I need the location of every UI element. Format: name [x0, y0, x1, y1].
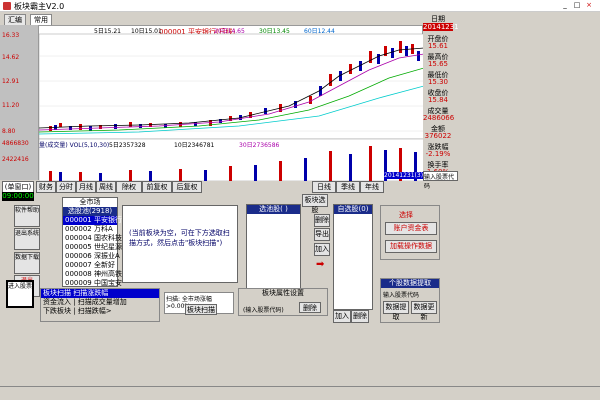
delete-button[interactable]: 删除 — [314, 214, 330, 227]
data-extract-panel: 个股数据提取 输入股票代码 数据提取 数据更新 — [380, 278, 440, 323]
volume-header: 量(成交量) VOL(5,10,30) — [39, 142, 110, 149]
price-tick-2: 14.62 — [2, 54, 20, 61]
maximize-button[interactable]: □ — [572, 1, 582, 10]
info-value-change: -2.19% — [425, 150, 451, 158]
hint-panel: (当前板块为空，可在下方选取扫描方式，然后点击"板块扫描") — [122, 205, 238, 283]
account-funds-button[interactable]: 账户资金表 — [385, 222, 437, 235]
delete-self-button[interactable]: 删除 — [351, 310, 369, 323]
stock-row[interactable]: 000008 神州高铁 — [63, 270, 122, 279]
close-button[interactable]: × — [584, 1, 594, 10]
hint-text: (当前板块为空，可在下方选取扫描方式，然后点击"板块扫描") — [129, 229, 230, 247]
toolbar-finance[interactable]: 财务 — [36, 181, 56, 193]
download-button[interactable]: 数据下载 — [14, 252, 40, 274]
info-value-volume: 2486066 — [423, 114, 455, 122]
data-extract-header: 个股数据提取 — [381, 279, 439, 288]
scan-option-2[interactable]: 资金流入 | 扫描成交量增加 — [41, 298, 159, 307]
export-button[interactable]: 导出 — [314, 228, 330, 241]
period-toolbar: (单窗口) 财务 分时 月线 周线 除权 前复权 后复权 日线 季线 年线 — [0, 180, 600, 193]
window-title: 板块霸主V2.0 — [14, 2, 65, 11]
stock-row[interactable]: 000002 万科A — [63, 225, 117, 234]
select-label: 选择 — [399, 211, 413, 219]
extract-button[interactable]: 数据提取 — [383, 301, 409, 321]
add-button[interactable]: 加入 — [314, 243, 330, 256]
vol30-label: 30日2736586 — [239, 142, 280, 149]
enter-stock-button[interactable]: 进入股票 — [6, 280, 34, 308]
vol10-label: 10日2346781 — [174, 142, 215, 149]
quote-info-panel: 日期 20141231 开盘价 15.61 最高价 15.65 最低价 15.3… — [423, 12, 600, 182]
stock-row[interactable]: 000009 中国宝安 — [63, 279, 122, 288]
property-header: 板块属性设置 — [239, 289, 327, 298]
add-self-button[interactable]: 加入 — [333, 310, 351, 323]
scan-button[interactable]: 板块扫描 — [185, 304, 217, 315]
market-header: 全市场 — [63, 198, 117, 207]
vol-tick-1: 4866830 — [2, 140, 29, 147]
code-label: 输入股票代码 — [383, 292, 420, 299]
self-pool-panel: 自选股(0) — [333, 204, 373, 310]
price-tick-3: 12.91 — [2, 78, 20, 85]
property-delete-button[interactable]: 删除 — [299, 302, 321, 313]
price-tick-4: 11.20 — [2, 102, 20, 109]
scan-panel: 扫描: 全市场涨幅>0.00% 板块扫描 — [164, 292, 234, 315]
self-pool-header: 自选股(0) — [334, 205, 372, 214]
stock-row[interactable]: 000004 国农科技 — [63, 234, 122, 243]
date-cursor-label: 20141231(3) — [384, 172, 424, 179]
toolbar-yearly[interactable]: 年线 — [360, 181, 384, 193]
arrow-right-icon: ➡ — [316, 259, 325, 270]
vol-tick-2: 2422416 — [2, 156, 29, 163]
stock-list-panel: 全市场 选股池(2918) 000001 平安银行 000002 万科A 000… — [62, 197, 122, 288]
clock-display: 09:00:00 — [2, 192, 34, 201]
info-value-date: 20141231 — [423, 23, 459, 31]
status-bar — [0, 386, 600, 400]
scan-options: 板块扫描 扫描涨跌幅 资金流入 | 扫描成交量增加 下跌板块 | 扫描跌幅> — [40, 288, 160, 322]
select-pool-panel: 选池股( ) — [246, 204, 301, 289]
info-value-amount: 376022 — [424, 132, 452, 140]
toolbar-daily[interactable]: 日线 — [312, 181, 336, 193]
account-panel: 选择 账户资金表 加载操作数据 — [380, 205, 440, 260]
title-bar: 板块霸主V2.0 _ □ × — [0, 0, 600, 12]
stock-row[interactable]: 000006 深振业A — [63, 252, 120, 261]
price-tick-1: 16.33 — [2, 32, 20, 39]
select-pool-header: 选池股( ) — [247, 205, 300, 214]
stock-row[interactable]: 000001 平安银行 — [63, 216, 122, 225]
toolbar-exright[interactable]: 除权 — [116, 181, 142, 193]
toolbar-seasonal[interactable]: 季线 — [336, 181, 360, 193]
help-button[interactable]: 软件帮助 — [14, 205, 40, 227]
property-panel: 板块属性设置 删除 (输入股票代码) — [238, 288, 328, 316]
exit-system-button[interactable]: 退出系统 — [14, 228, 40, 250]
update-button[interactable]: 数据更新 — [411, 301, 437, 321]
scan-option-1[interactable]: 板块扫描 扫描涨跌幅 — [41, 289, 159, 298]
toolbar-forward-adjust[interactable]: 前复权 — [142, 181, 172, 193]
property-code-label: (输入股票代码) — [243, 307, 284, 314]
app-icon — [3, 2, 11, 10]
info-value-low: 15.30 — [427, 78, 449, 86]
scan-option-3[interactable]: 下跌板块 | 扫描跌幅> — [41, 307, 159, 316]
toolbar-intraday[interactable]: 分时 — [56, 181, 76, 193]
info-value-high: 15.65 — [427, 60, 449, 68]
stock-row[interactable]: 000007 全新好 — [63, 261, 117, 270]
toolbar-backward-adjust[interactable]: 后复权 — [172, 181, 202, 193]
kline-chart[interactable]: 000001 平安银行(日线) 5日15.21 10日15.01 20日14.6… — [38, 25, 424, 181]
minimize-button[interactable]: _ — [560, 1, 570, 10]
vol5-label: 5日2357328 — [109, 142, 146, 149]
toolbar-weekly[interactable]: 周线 — [96, 181, 116, 193]
candlestick-canvas — [39, 33, 424, 181]
load-ops-button[interactable]: 加载操作数据 — [385, 240, 437, 253]
pool-header: 选股池(2918) — [63, 207, 117, 216]
stock-row[interactable]: 000005 世纪星源 — [63, 243, 122, 252]
sector-select-button[interactable]: 板块选股 — [302, 194, 328, 214]
info-value-open: 15.61 — [427, 42, 449, 50]
price-tick-5: 8.80 — [2, 128, 16, 135]
toolbar-monthly[interactable]: 月线 — [76, 181, 96, 193]
info-value-close: 15.84 — [427, 96, 449, 104]
